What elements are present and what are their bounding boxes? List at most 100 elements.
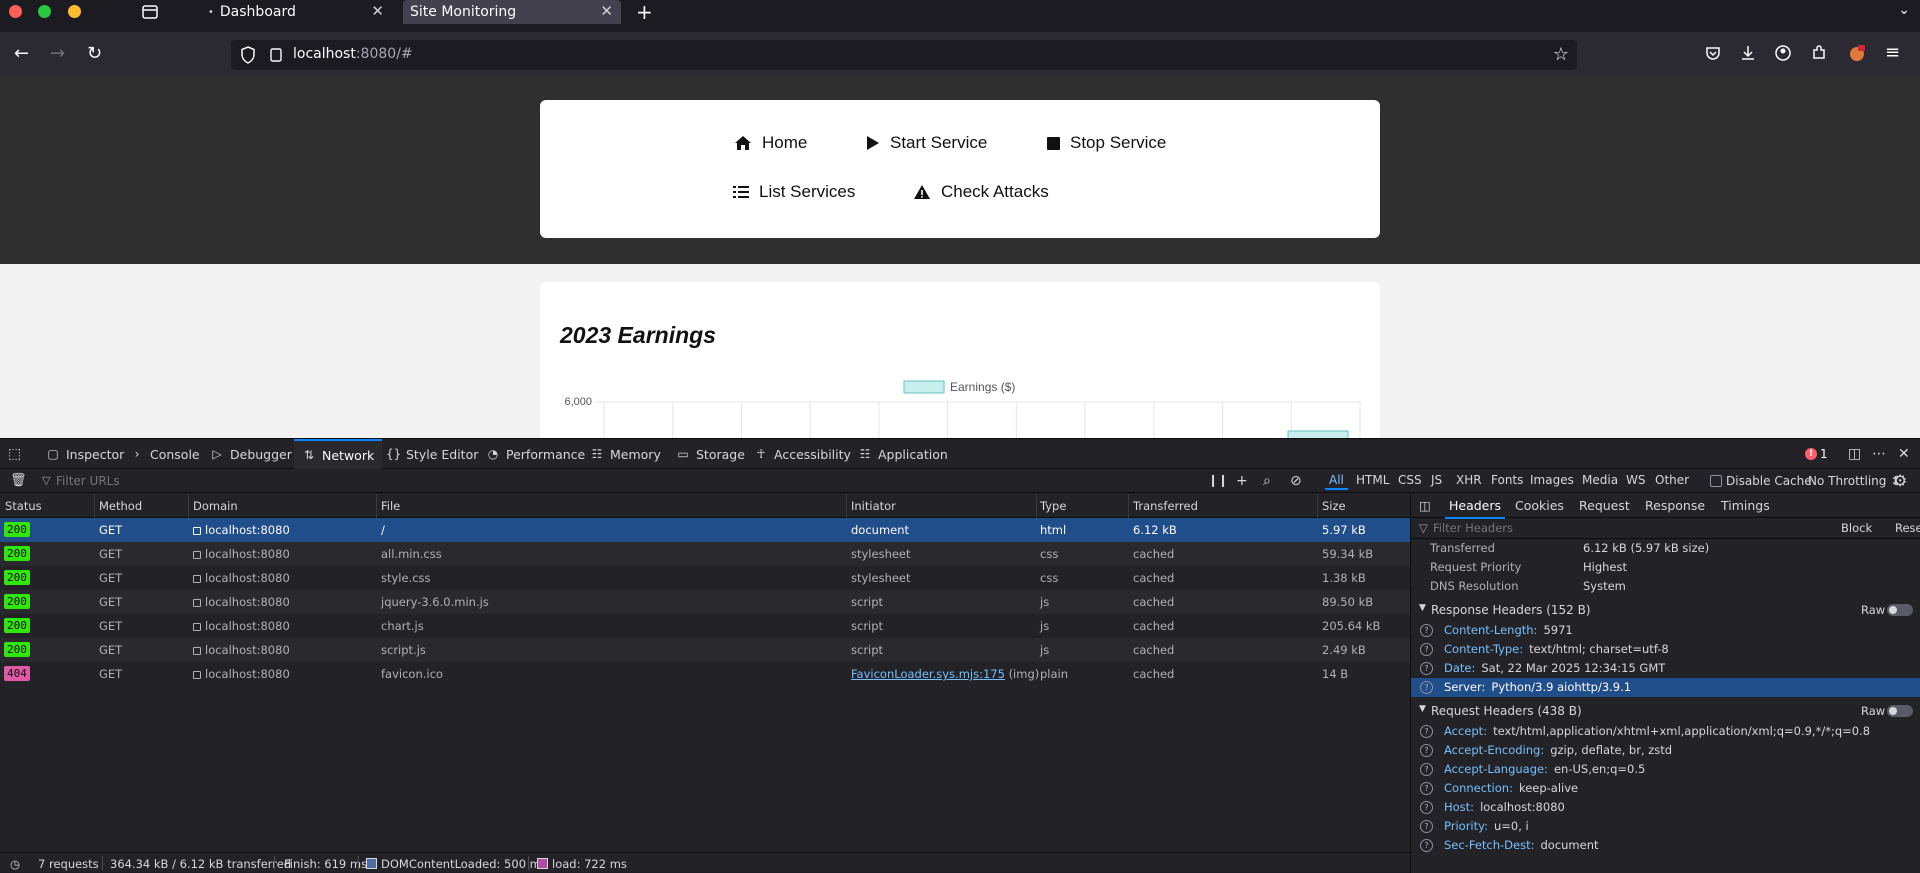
- response-headers-section[interactable]: ▼ Response Headers (152 B) Raw: [1411, 600, 1920, 620]
- col-size[interactable]: Size: [1322, 499, 1346, 513]
- profile-avatar-icon[interactable]: [1848, 44, 1866, 62]
- menu-home[interactable]: Home: [734, 133, 807, 153]
- table-row[interactable]: 200 GET localhost:8080 / document html 6…: [0, 518, 1410, 542]
- menu-hamburger-icon[interactable]: ≡: [1885, 42, 1900, 63]
- new-tab-icon[interactable]: +: [636, 0, 653, 24]
- header-row[interactable]: ? Priority: u=0, i: [1411, 817, 1920, 836]
- col-file[interactable]: File: [381, 499, 400, 513]
- type-filter-all[interactable]: All: [1325, 472, 1348, 490]
- tab-console[interactable]: › Console: [124, 439, 206, 469]
- type-filter-ws[interactable]: WS: [1622, 472, 1649, 488]
- table-row[interactable]: 200 GET localhost:8080 chart.js script j…: [0, 614, 1410, 638]
- col-method[interactable]: Method: [99, 499, 142, 513]
- table-row[interactable]: 200 GET localhost:8080 all.min.css style…: [0, 542, 1410, 566]
- filter-headers-input[interactable]: [1433, 520, 1813, 536]
- block-button[interactable]: Block: [1841, 521, 1872, 535]
- col-transferred[interactable]: Transferred: [1133, 499, 1198, 513]
- tab-accessibility[interactable]: ☥ Accessibility: [748, 439, 857, 469]
- table-row[interactable]: 200 GET localhost:8080 style.css stylesh…: [0, 566, 1410, 590]
- header-row[interactable]: ? Accept: text/html,application/xhtml+xml,…: [1411, 722, 1920, 741]
- block-icon[interactable]: ⊘: [1290, 473, 1302, 489]
- tab-style-editor[interactable]: {} Style Editor: [380, 439, 484, 469]
- error-count-badge[interactable]: ! 1: [1805, 447, 1828, 461]
- header-row[interactable]: ? Accept-Encoding: gzip, deflate, br, zstd: [1411, 741, 1920, 760]
- help-icon[interactable]: ?: [1420, 782, 1433, 795]
- resend-button[interactable]: Resend: [1895, 521, 1920, 535]
- disable-cache-checkbox[interactable]: Disable Cache: [1710, 474, 1812, 488]
- header-row[interactable]: ? Accept-Language: en-US,en;q=0.5: [1411, 760, 1920, 779]
- tab-debugger[interactable]: ▷ Debugger: [204, 439, 298, 469]
- tab-timings[interactable]: Timings: [1721, 498, 1770, 513]
- pause-icon[interactable]: ❙❙: [1208, 473, 1228, 487]
- pocket-icon[interactable]: [1704, 44, 1722, 62]
- help-icon[interactable]: ?: [1420, 820, 1433, 833]
- type-filter-js[interactable]: JS: [1427, 472, 1446, 488]
- tracking-protection-shield-icon[interactable]: [240, 46, 256, 64]
- header-row[interactable]: ? Connection: keep-alive: [1411, 779, 1920, 798]
- help-icon[interactable]: ?: [1420, 725, 1433, 738]
- list-tabs-chevron-icon[interactable]: ⌄: [1898, 2, 1910, 18]
- minimize-window-button[interactable]: [68, 5, 81, 18]
- type-filter-css[interactable]: CSS: [1394, 472, 1426, 488]
- tab-performance[interactable]: ◔ Performance: [480, 439, 591, 469]
- help-icon[interactable]: ?: [1420, 801, 1433, 814]
- close-window-button[interactable]: [9, 5, 22, 18]
- forward-icon[interactable]: →: [50, 43, 65, 64]
- header-row[interactable]: ? Date: Sat, 22 Mar 2025 12:34:15 GMT: [1411, 659, 1920, 678]
- close-tab-icon[interactable]: ✕: [600, 2, 613, 20]
- help-icon[interactable]: ?: [1420, 744, 1433, 757]
- add-request-blocking-icon[interactable]: +: [1236, 473, 1248, 489]
- type-filter-other[interactable]: Other: [1651, 472, 1693, 488]
- tab-site-monitoring[interactable]: Site Monitoring ✕: [403, 0, 621, 24]
- downloads-icon[interactable]: [1739, 44, 1757, 62]
- raw-toggle[interactable]: [1887, 604, 1913, 616]
- toggle-sidebar-icon[interactable]: ◫: [1419, 498, 1431, 513]
- menu-start-service[interactable]: Start Service: [866, 133, 987, 153]
- element-picker-icon[interactable]: ⬚: [8, 446, 21, 462]
- filter-urls-input[interactable]: [38, 472, 1188, 490]
- clear-requests-trash-icon[interactable]: 🗑: [10, 473, 27, 488]
- dock-side-icon[interactable]: ◫: [1848, 446, 1861, 462]
- raw-toggle[interactable]: [1887, 705, 1913, 717]
- account-icon[interactable]: [1774, 44, 1792, 62]
- tab-dashboard[interactable]: • Dashboard ✕: [176, 0, 392, 24]
- header-row[interactable]: ? Sec-Fetch-Dest: document: [1411, 836, 1920, 855]
- header-row[interactable]: ? Host: localhost:8080: [1411, 798, 1920, 817]
- header-row[interactable]: ? Server: Python/3.9 aiohttp/3.9.1: [1411, 678, 1920, 697]
- table-row[interactable]: 404 GET localhost:8080 favicon.ico Favic…: [0, 662, 1410, 686]
- tab-cookies[interactable]: Cookies: [1515, 498, 1564, 513]
- tab-memory[interactable]: ☷ Memory: [584, 439, 667, 469]
- help-icon[interactable]: ?: [1420, 839, 1433, 852]
- header-row[interactable]: ? Content-Length: 5971: [1411, 621, 1920, 640]
- col-initiator[interactable]: Initiator: [851, 499, 896, 513]
- tab-headers[interactable]: Headers: [1444, 498, 1506, 519]
- tab-request[interactable]: Request: [1579, 498, 1630, 513]
- reload-icon[interactable]: ↻: [87, 43, 102, 64]
- more-options-icon[interactable]: ⋯: [1872, 446, 1886, 462]
- url-text[interactable]: localhost:8080/#: [293, 46, 413, 62]
- header-row[interactable]: ? Content-Type: text/html; charset=utf-8: [1411, 640, 1920, 659]
- tab-inspector[interactable]: ▢ Inspector: [40, 439, 130, 469]
- type-filter-html[interactable]: HTML: [1352, 472, 1393, 488]
- extensions-icon[interactable]: [1810, 44, 1828, 62]
- close-devtools-icon[interactable]: ✕: [1898, 446, 1910, 462]
- throttling-select[interactable]: No Throttling ↕: [1808, 474, 1900, 488]
- type-filter-images[interactable]: Images: [1526, 472, 1578, 488]
- help-icon[interactable]: ?: [1420, 681, 1433, 694]
- help-icon[interactable]: ?: [1420, 624, 1433, 637]
- search-icon[interactable]: ⌕: [1263, 473, 1271, 489]
- menu-list-services[interactable]: List Services: [733, 182, 855, 202]
- help-icon[interactable]: ?: [1420, 643, 1433, 656]
- tab-response[interactable]: Response: [1645, 498, 1705, 513]
- menu-check-attacks[interactable]: Check Attacks: [913, 182, 1049, 202]
- request-headers-section[interactable]: ▼ Request Headers (438 B) Raw: [1411, 701, 1920, 721]
- url-bar[interactable]: localhost:8080/# ☆: [231, 40, 1577, 70]
- tab-network[interactable]: ⇅ Network: [294, 439, 383, 469]
- col-status[interactable]: Status: [5, 499, 42, 513]
- type-filter-fonts[interactable]: Fonts: [1487, 472, 1527, 488]
- col-type[interactable]: Type: [1040, 499, 1066, 513]
- type-filter-media[interactable]: Media: [1578, 472, 1622, 488]
- tab-application[interactable]: ☷ Application: [852, 439, 954, 469]
- page-info-icon[interactable]: [269, 48, 283, 62]
- maximize-window-button[interactable]: [38, 5, 51, 18]
